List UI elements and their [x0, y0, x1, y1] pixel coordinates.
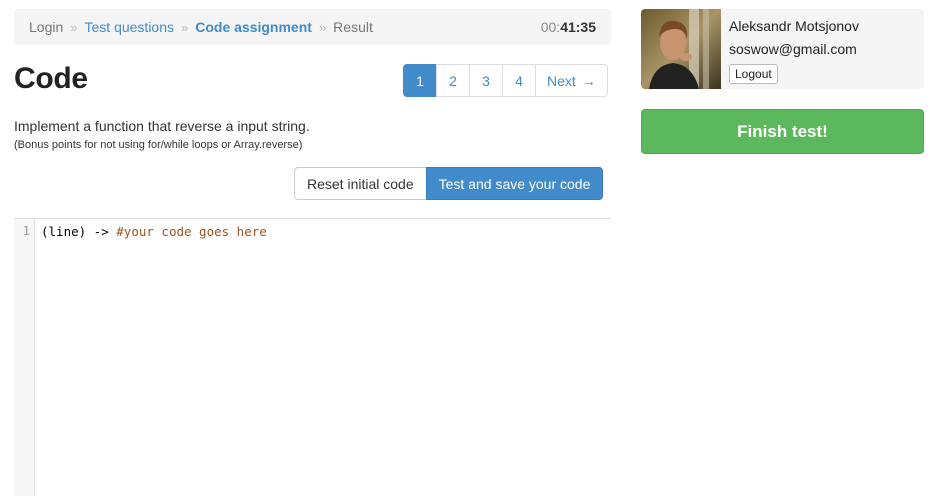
breadcrumb-result: Result: [333, 19, 373, 35]
timer-prefix: 00:: [540, 19, 561, 35]
code-comment: #your code goes here: [116, 224, 267, 239]
task-bonus-note: (Bonus points for not using for/while lo…: [14, 139, 303, 151]
user-email: soswow@gmail.com: [729, 41, 857, 57]
countdown-timer: 00:41:35: [541, 19, 596, 35]
code-text: (line) ->: [41, 224, 117, 239]
finish-test-button[interactable]: Finish test!: [641, 109, 924, 154]
breadcrumb-code-assignment[interactable]: Code assignment: [195, 19, 312, 35]
editor-gutter: 1: [14, 219, 35, 496]
pagination: 1 2 3 4 Next →: [403, 64, 608, 97]
code-actions: Reset initial code Test and save your co…: [294, 167, 604, 200]
arrow-right-icon: →: [581, 72, 596, 89]
page-3-button[interactable]: 3: [469, 64, 503, 97]
breadcrumb-login: Login: [29, 19, 64, 35]
avatar: [641, 9, 721, 89]
breadcrumb-separator-icon: »: [70, 19, 78, 35]
next-page-button[interactable]: Next →: [535, 64, 608, 97]
page-1-button[interactable]: 1: [403, 64, 437, 97]
page-title: Code: [14, 62, 88, 95]
breadcrumb: Login » Test questions » Code assignment…: [14, 9, 611, 45]
user-profile: Aleksandr Motsjonov soswow@gmail.com Log…: [641, 9, 924, 89]
user-name: Aleksandr Motsjonov: [729, 18, 859, 34]
breadcrumb-separator-icon: »: [318, 19, 327, 35]
code-line[interactable]: (line) -> #your code goes here: [41, 224, 267, 239]
breadcrumb-separator-icon: »: [181, 19, 189, 35]
logout-button[interactable]: Logout: [729, 64, 778, 84]
page-4-button[interactable]: 4: [502, 64, 536, 97]
reset-code-button[interactable]: Reset initial code: [294, 167, 427, 200]
task-instructions: Implement a function that reverse a inpu…: [14, 118, 310, 151]
breadcrumb-test-questions[interactable]: Test questions: [85, 19, 175, 35]
timer-time: 41:35: [560, 19, 596, 35]
task-description: Implement a function that reverse a inpu…: [14, 118, 310, 134]
code-editor[interactable]: 1 (line) -> #your code goes here: [14, 218, 611, 496]
test-save-button[interactable]: Test and save your code: [425, 167, 604, 200]
next-label: Next: [547, 72, 576, 89]
line-number: 1: [22, 224, 30, 238]
page-2-button[interactable]: 2: [436, 64, 470, 97]
